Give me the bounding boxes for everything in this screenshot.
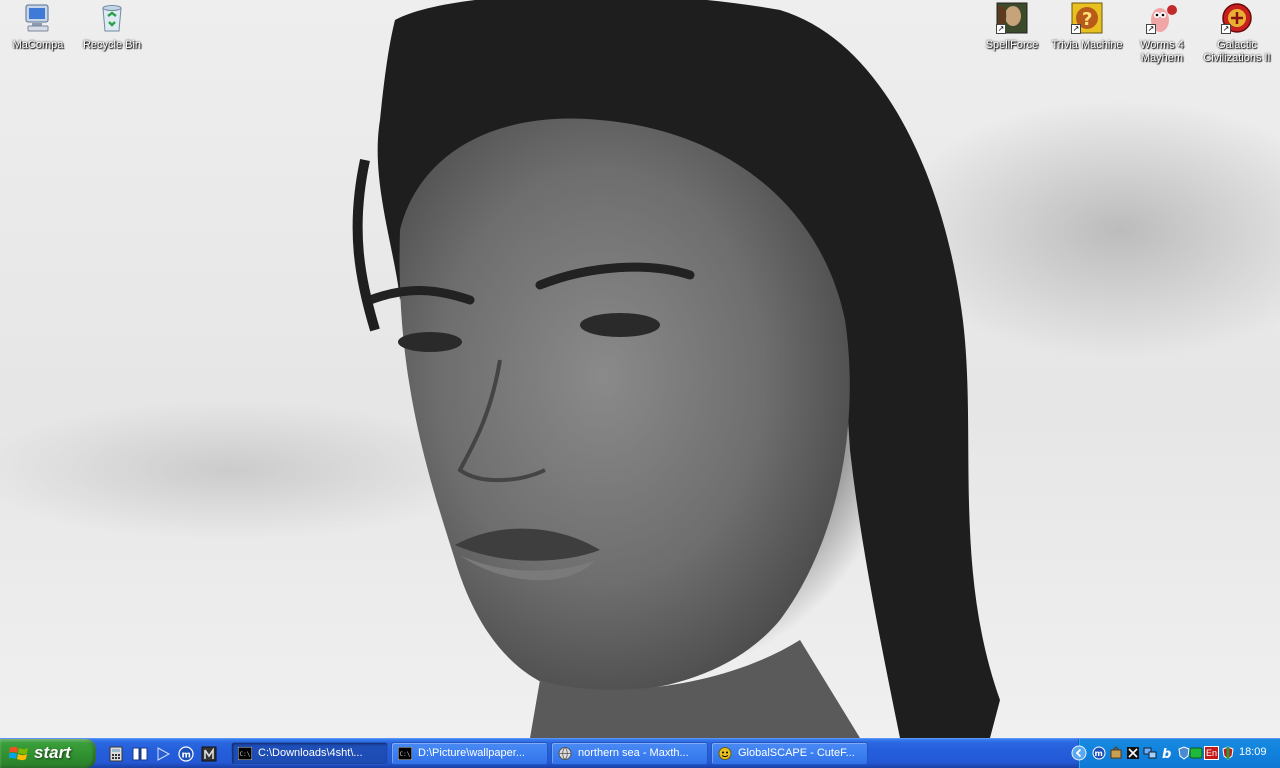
- maxthon-tray-icon[interactable]: m: [1092, 746, 1106, 760]
- task-label: C:\Downloads\4sht\...: [258, 747, 363, 759]
- desktop: MaCompa Recycle Bin ↗ SpellForce ? ↗ Tri…: [0, 0, 1280, 738]
- desktop-icon-spellforce[interactable]: ↗ SpellForce: [974, 2, 1050, 52]
- language-icon[interactable]: En: [1204, 746, 1219, 760]
- green-icon[interactable]: [1189, 746, 1203, 760]
- browser-icon: [558, 747, 572, 760]
- book-icon[interactable]: [132, 746, 148, 762]
- desktop-icon-worms[interactable]: ↗ Worms 4 Mayhem: [1124, 2, 1200, 65]
- task-label: northern sea - Maxth...: [578, 747, 689, 759]
- app-icon[interactable]: [201, 746, 217, 762]
- worms-icon: ↗: [1146, 2, 1178, 34]
- svg-text:C:\: C:\: [400, 751, 411, 758]
- task-button-cmd-downloads[interactable]: C:\ C:\Downloads\4sht\...: [231, 742, 388, 765]
- desktop-icon-trivia-machine[interactable]: ? ↗ Trivia Machine: [1049, 2, 1125, 52]
- start-button[interactable]: start: [0, 739, 96, 768]
- task-button-maxthon[interactable]: northern sea - Maxth...: [551, 742, 708, 765]
- security-icon[interactable]: [1221, 746, 1235, 760]
- svg-text:C:\: C:\: [240, 751, 251, 758]
- windows-logo-icon: [9, 746, 28, 761]
- desktop-icon-label: Galactic Civilizations II: [1203, 39, 1271, 64]
- my-computer-icon: [22, 2, 54, 34]
- taskbar: start m C:\ C:\Downloads\4sht\... C:\ D:…: [0, 738, 1280, 768]
- desktop-icon-label: Trivia Machine: [1051, 39, 1123, 51]
- trivia-machine-icon: ? ↗: [1071, 2, 1103, 34]
- desktop-icon-my-computer[interactable]: MaCompa: [0, 2, 76, 52]
- network-icon[interactable]: [1126, 746, 1140, 760]
- desktop-icon-label: Worms 4 Mayhem: [1140, 39, 1184, 64]
- cmd-icon: C:\: [238, 747, 252, 760]
- svg-text:b: b: [1162, 747, 1171, 760]
- task-label: D:\Picture\wallpaper...: [418, 747, 525, 759]
- media-player-icon[interactable]: [155, 746, 171, 762]
- desktop-icon-label: SpellForce: [985, 39, 1039, 51]
- task-button-cuteftp[interactable]: GlobalSCAPE - CuteF...: [711, 742, 868, 765]
- b-icon[interactable]: b: [1160, 746, 1174, 760]
- desktop-icon-label: MaCompa: [12, 39, 64, 51]
- system-tray: m b En 18:09: [1071, 739, 1280, 768]
- svg-text:?: ?: [1082, 9, 1092, 30]
- svg-text:m: m: [1095, 749, 1103, 758]
- task-button-cmd-wallpaper[interactable]: C:\ D:\Picture\wallpaper...: [391, 742, 548, 765]
- spellforce-icon: ↗: [996, 2, 1028, 34]
- svg-text:m: m: [182, 751, 191, 761]
- calculator-icon[interactable]: [108, 746, 124, 762]
- tool-icon[interactable]: [1109, 746, 1123, 760]
- galactic-civ-icon: ↗: [1221, 2, 1253, 34]
- desktop-icon-label: Recycle Bin: [82, 39, 142, 51]
- maxthon-icon[interactable]: m: [178, 746, 194, 762]
- recycle-bin-icon: [96, 2, 128, 34]
- wallpaper: [352, 0, 1000, 738]
- clock[interactable]: 18:09: [1239, 746, 1267, 758]
- desktop-icon-galactic-civilizations[interactable]: ↗ Galactic Civilizations II: [1199, 2, 1275, 65]
- desktop-icon-recycle-bin[interactable]: Recycle Bin: [74, 2, 150, 52]
- collapse-arrow-icon[interactable]: [1071, 745, 1087, 761]
- start-label: start: [34, 743, 71, 762]
- task-label: GlobalSCAPE - CuteF...: [738, 747, 855, 759]
- cmd-icon: C:\: [398, 747, 412, 760]
- ftp-icon: [718, 747, 732, 760]
- gear-icon[interactable]: [1143, 746, 1157, 760]
